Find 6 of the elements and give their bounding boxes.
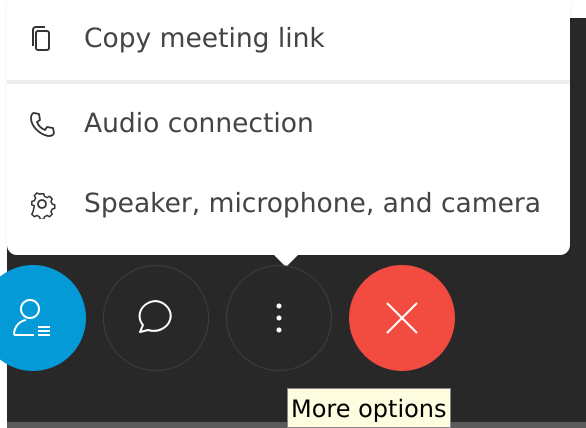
tooltip: More options — [287, 388, 451, 428]
more-icon — [276, 303, 282, 333]
menu-item[interactable]: Audio connection — [7, 84, 570, 164]
menu-item[interactable]: Copy meeting link — [7, 0, 570, 80]
menu-item[interactable]: Speaker, microphone, and camera — [7, 164, 570, 244]
phone-icon — [27, 109, 57, 139]
